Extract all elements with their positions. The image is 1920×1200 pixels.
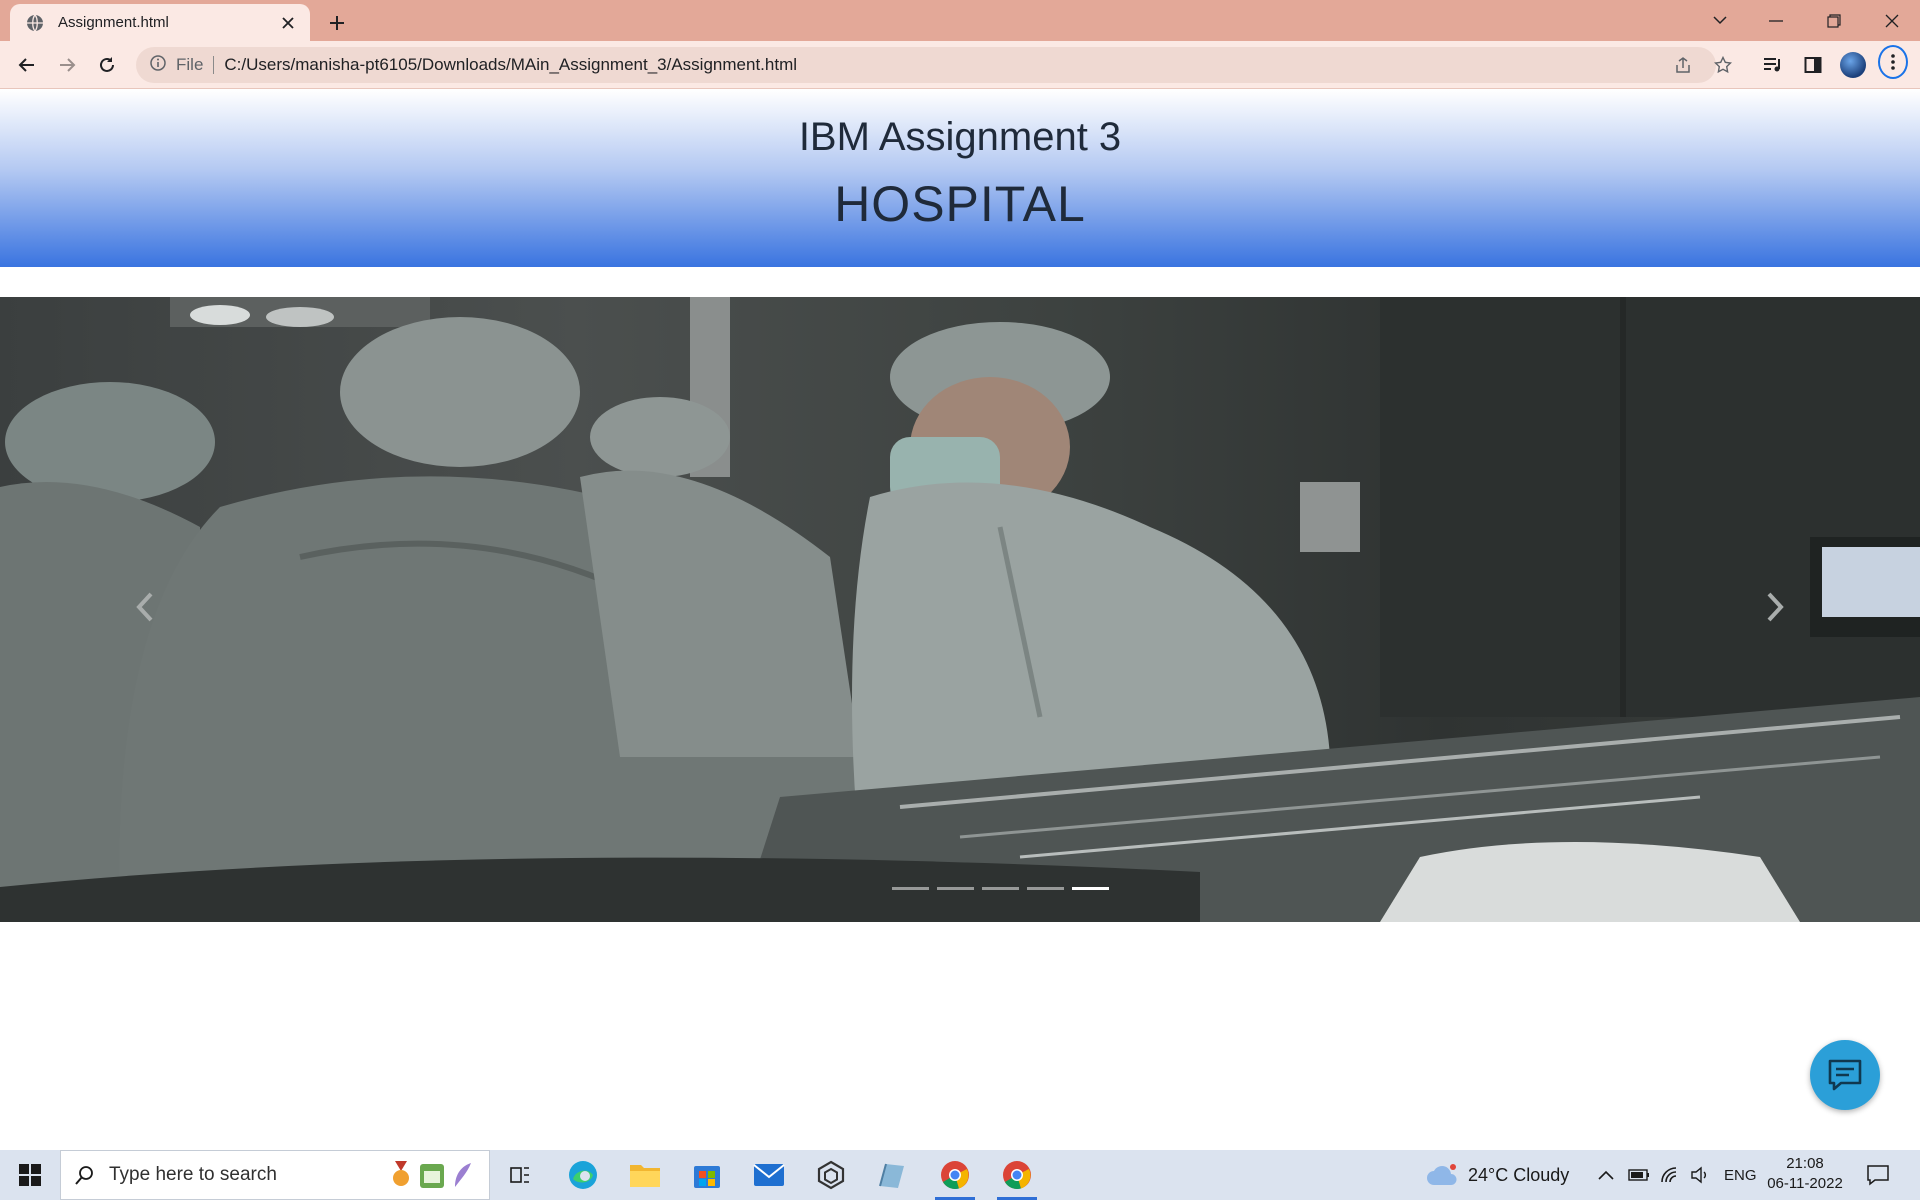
chat-button[interactable] <box>1810 1040 1880 1110</box>
microsoft-store-icon[interactable] <box>679 1150 735 1200</box>
carousel-prev-button[interactable] <box>115 577 175 637</box>
url-text[interactable]: C:/Users/manisha-pt6105/Downloads/MAin_A… <box>224 55 797 75</box>
file-explorer-icon[interactable] <box>617 1150 673 1200</box>
chevron-right-icon <box>1767 592 1784 622</box>
new-tab-button[interactable] <box>324 10 350 36</box>
show-hidden-icons-icon[interactable] <box>1598 1150 1614 1200</box>
browser-menu-button[interactable] <box>1878 45 1908 79</box>
chrome-icon[interactable] <box>989 1150 1045 1200</box>
carousel-indicator[interactable] <box>891 887 929 890</box>
system-clock[interactable]: 21:08 06-11-2022 <box>1760 1154 1850 1194</box>
bookmark-star-icon[interactable] <box>1708 50 1738 80</box>
chrome-icon[interactable] <box>927 1150 983 1200</box>
close-tab-icon[interactable] <box>278 13 298 33</box>
tab-title: Assignment.html <box>58 14 169 31</box>
close-window-icon[interactable] <box>1864 0 1920 41</box>
calendar-521-icon <box>420 1164 444 1188</box>
start-button[interactable] <box>0 1150 60 1200</box>
minimize-icon[interactable] <box>1748 0 1804 41</box>
windows-logo-icon <box>19 1164 41 1186</box>
info-icon[interactable] <box>150 54 166 76</box>
input-language[interactable]: ENG <box>1724 1150 1757 1200</box>
restore-icon[interactable] <box>1806 0 1862 41</box>
battery-icon[interactable] <box>1628 1150 1650 1200</box>
globe-icon <box>26 14 44 32</box>
carousel-indicator-active[interactable] <box>1071 887 1109 890</box>
windows-taskbar: Type here to search 24°C Cloudy ENG 21:0… <box>0 1150 1920 1200</box>
browser-toolbar: File C:/Users/manisha-pt6105/Downloads/M… <box>0 41 1920 89</box>
url-separator <box>213 56 215 74</box>
page-subtitle: HOSPITAL <box>834 176 1086 232</box>
page-header: IBM Assignment 3 HOSPITAL <box>0 90 1920 267</box>
weather-text: 24°C Cloudy <box>1468 1164 1570 1185</box>
clock-date: 06-11-2022 <box>1767 1175 1843 1192</box>
search-placeholder: Type here to search <box>109 1164 277 1185</box>
feather-icon <box>455 1163 471 1187</box>
profile-avatar[interactable] <box>1838 50 1868 80</box>
address-bar[interactable]: File C:/Users/manisha-pt6105/Downloads/M… <box>136 47 1716 83</box>
cloud-icon <box>1427 1164 1457 1185</box>
browser-tab-strip: Assignment.html <box>0 0 1920 41</box>
share-icon[interactable] <box>1668 50 1698 80</box>
carousel-indicator[interactable] <box>981 887 1019 890</box>
wifi-icon[interactable] <box>1660 1150 1680 1200</box>
image-carousel[interactable] <box>0 297 1920 922</box>
page-title: IBM Assignment 3 <box>798 115 1122 159</box>
url-scheme: File <box>176 55 204 74</box>
search-icon <box>75 1166 93 1185</box>
browser-tab[interactable]: Assignment.html <box>10 4 310 41</box>
tab-search-icon[interactable] <box>1692 0 1748 41</box>
edge-icon[interactable] <box>555 1150 611 1200</box>
mail-icon[interactable] <box>741 1150 797 1200</box>
more-vert-icon <box>1878 45 1908 79</box>
web-page: IBM Assignment 3 HOSPITAL <box>0 90 1920 1150</box>
reload-button[interactable] <box>91 49 123 81</box>
sketch-app-icon[interactable] <box>865 1150 921 1200</box>
carousel-image <box>0 297 1920 922</box>
forward-button[interactable] <box>51 49 83 81</box>
chevron-left-icon <box>136 592 153 622</box>
media-control-icon[interactable] <box>1758 50 1788 80</box>
weather-widget[interactable]: 24°C Cloudy <box>1426 1150 1569 1200</box>
taskbar-search[interactable]: Type here to search <box>60 1150 490 1200</box>
notification-center-icon[interactable] <box>1866 1150 1890 1200</box>
dev-tool-icon[interactable] <box>803 1150 859 1200</box>
chat-icon <box>1828 1059 1862 1091</box>
carousel-indicator[interactable] <box>1026 887 1064 890</box>
carousel-indicator[interactable] <box>936 887 974 890</box>
volume-icon[interactable] <box>1690 1150 1710 1200</box>
carousel-next-button[interactable] <box>1745 577 1805 637</box>
medal-icon <box>393 1161 409 1186</box>
task-view-icon[interactable] <box>492 1150 548 1200</box>
clock-time: 21:08 <box>1786 1155 1824 1172</box>
side-panel-icon[interactable] <box>1798 50 1828 80</box>
carousel-indicators <box>0 887 1920 890</box>
search-highlight-art <box>389 1161 475 1189</box>
back-button[interactable] <box>11 49 43 81</box>
